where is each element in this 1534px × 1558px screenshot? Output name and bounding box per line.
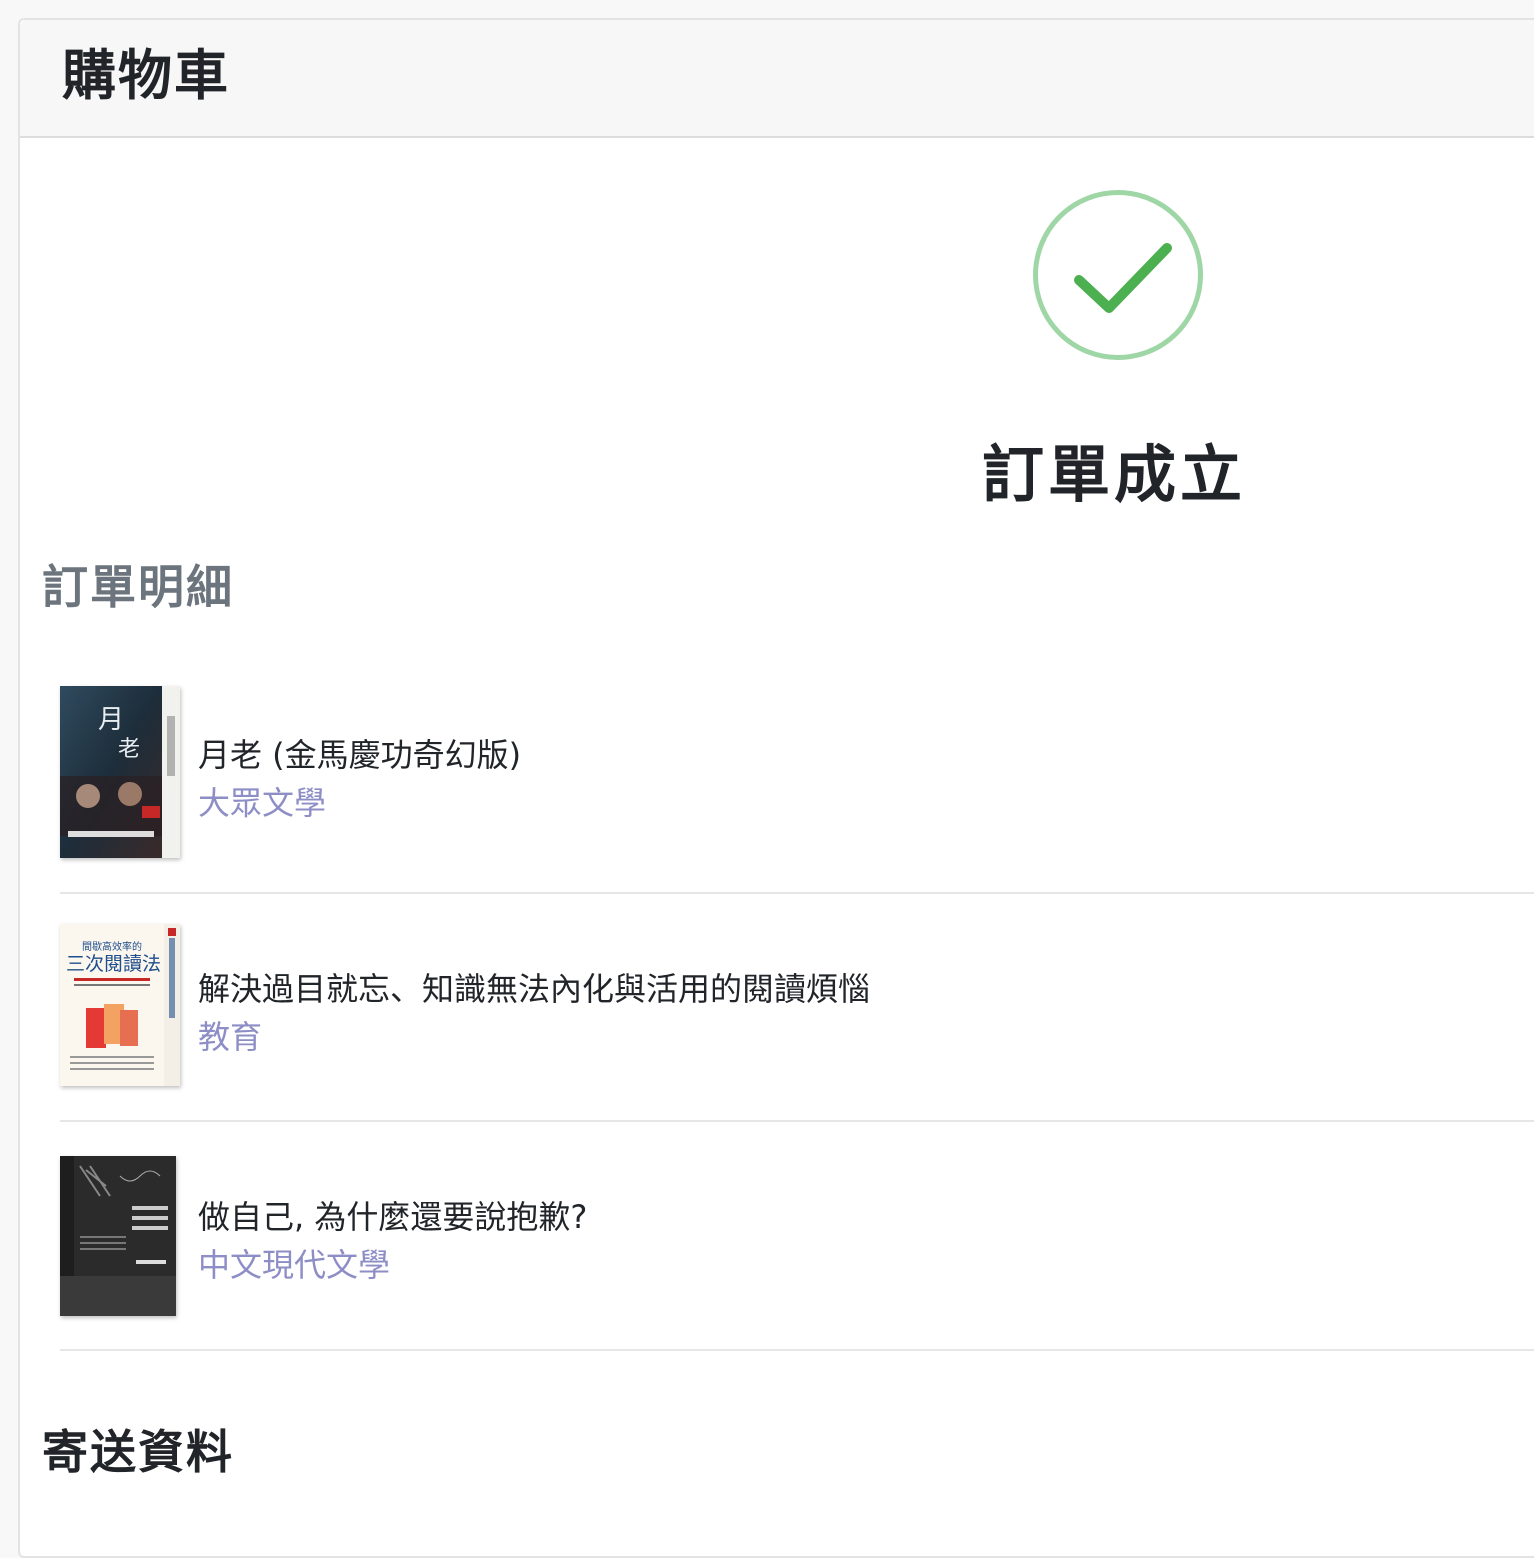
- item-category-link[interactable]: 大眾文學: [198, 778, 326, 824]
- order-item: 間歇高效率的 三次閱讀法 解決過目就忘、知識無法內化與活用的閱讀煩惱 教育: [60, 894, 1534, 1122]
- order-details-title: 訂單明細: [42, 560, 234, 614]
- svg-text:老: 老: [118, 737, 140, 762]
- item-name[interactable]: 解決過目就忘、知識無法內化與活用的閱讀煩惱: [198, 964, 870, 1010]
- item-category-link[interactable]: 教育: [198, 1012, 262, 1058]
- item-category-link[interactable]: 中文現代文學: [198, 1240, 390, 1286]
- svg-text:月: 月: [98, 705, 124, 735]
- order-success-title: 訂單成立: [982, 438, 1247, 511]
- order-item: 做自己, 為什麼還要說抱歉? 中文現代文學: [60, 1122, 1534, 1351]
- book-cover-image[interactable]: 月 老: [60, 686, 180, 858]
- item-name[interactable]: 月老 (金馬慶功奇幻版): [198, 730, 521, 776]
- svg-text:間歇高效率的: 間歇高效率的: [82, 940, 142, 953]
- book-cover-image[interactable]: 間歇高效率的 三次閱讀法: [60, 924, 180, 1086]
- item-name[interactable]: 做自己, 為什麼還要說抱歉?: [198, 1192, 587, 1238]
- card-header: 購物車: [20, 20, 1534, 138]
- svg-text:三次閱讀法: 三次閱讀法: [66, 953, 161, 975]
- order-success: [1028, 190, 1208, 360]
- book-cover-image[interactable]: [60, 1156, 176, 1316]
- shipping-info-title: 寄送資料: [42, 1425, 234, 1479]
- check-circle-icon: [1033, 190, 1203, 360]
- order-item: 月 老 月老 (金馬慶功奇幻版) 大眾文學: [60, 670, 1534, 894]
- page-title: 購物車: [62, 44, 230, 107]
